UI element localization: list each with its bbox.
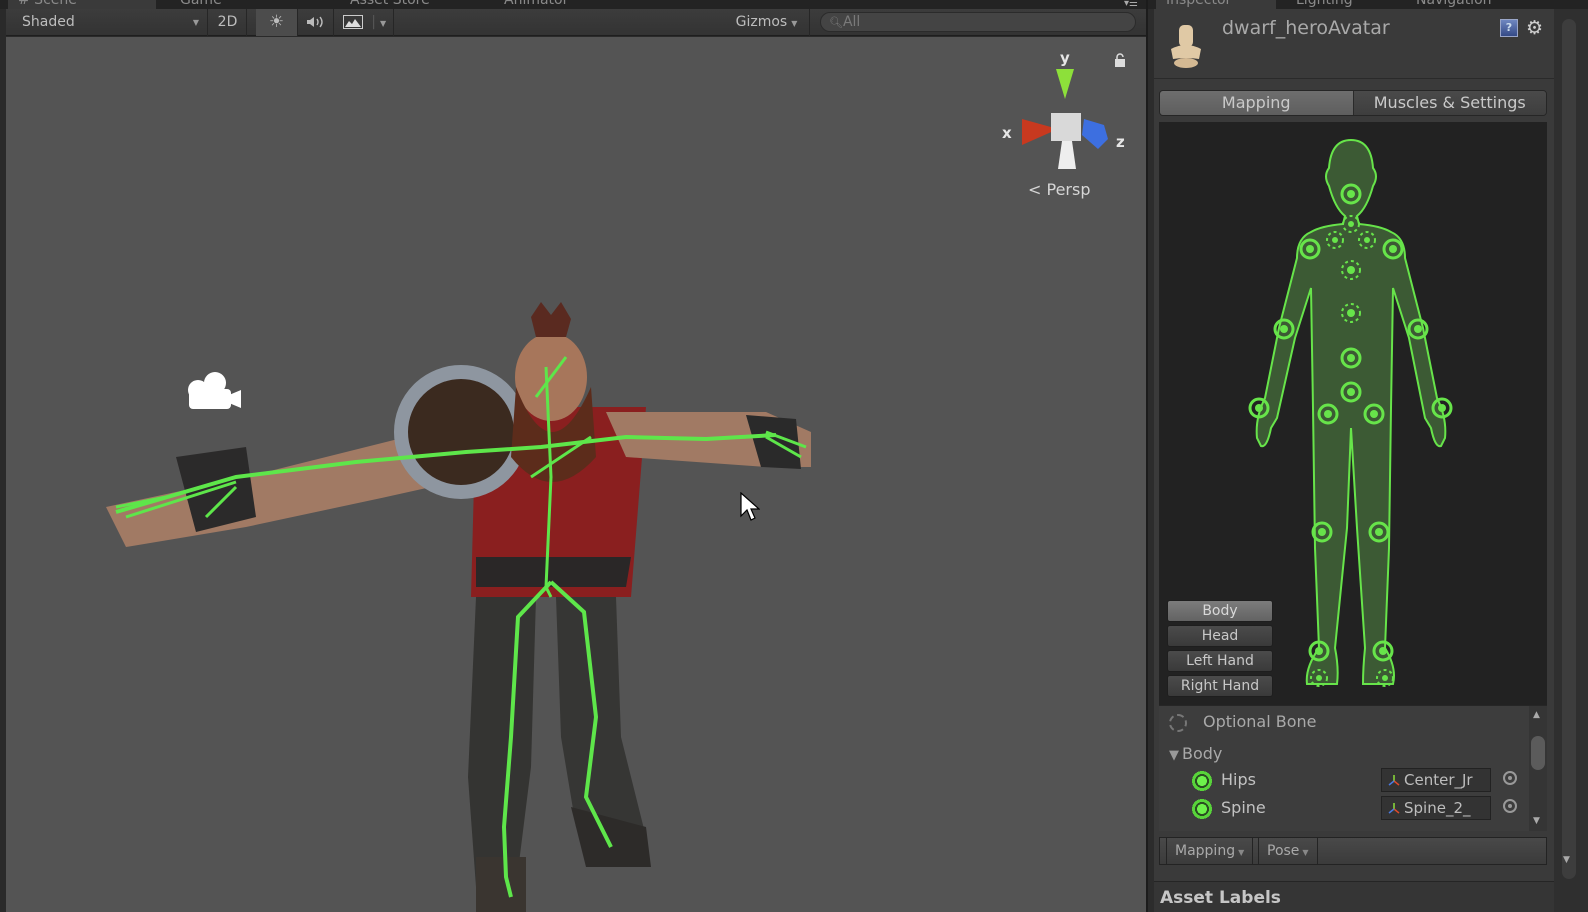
chevron-down-icon: ▼	[380, 19, 387, 28]
mapping-dropdown[interactable]: Mapping ▼	[1166, 838, 1254, 864]
chevron-down-icon: ▼	[1238, 848, 1245, 857]
body-part-selector: Body Head Left Hand Right Hand	[1167, 600, 1273, 700]
gear-icon[interactable]: ⚙	[1526, 17, 1543, 39]
scene-toolbar: Shaded ▼ 2D ☀ | ▼ Gizmos ▼ 🔍︎All	[6, 9, 1146, 36]
lighting-toggle[interactable]: ☀	[256, 9, 298, 36]
bone-status-icon	[1191, 770, 1213, 792]
tab-asset-store[interactable]: Asset Store	[340, 0, 440, 9]
tab-scene[interactable]: # Scene	[8, 0, 156, 9]
tab-game[interactable]: Game	[170, 0, 232, 9]
tab-muscles-settings[interactable]: Muscles & Settings	[1353, 91, 1546, 115]
scroll-up-icon[interactable]: ▲	[1533, 710, 1540, 720]
pose-dropdown[interactable]: Pose ▼	[1258, 838, 1318, 864]
body-group-foldout[interactable]: ▼ Body	[1169, 744, 1222, 763]
right-hand-button[interactable]: Right Hand	[1167, 675, 1273, 697]
scene-viewport[interactable]: y x z < Persp	[6, 37, 1146, 912]
scene-panel: # Scene Game Asset Store Animator ▾☰ Sha…	[0, 0, 1146, 912]
head-button[interactable]: Head	[1167, 625, 1273, 647]
inspector-scrollbar[interactable]: ▼	[1554, 9, 1588, 912]
left-hand-button[interactable]: Left Hand	[1167, 650, 1273, 672]
sun-icon: ☀	[268, 12, 285, 32]
avatar-config-tabs: Mapping Muscles & Settings	[1159, 90, 1547, 116]
bone-row-spine: Spine Spine_2_	[1191, 796, 1531, 820]
asset-title: dwarf_heroAvatar	[1222, 17, 1390, 39]
chevron-down-icon: ▼	[192, 18, 199, 27]
transform-icon	[1388, 775, 1400, 786]
draw-mode-dropdown[interactable]: Shaded ▼	[12, 9, 208, 36]
tab-animator[interactable]: Animator	[494, 0, 578, 9]
avatar-body-view: Body Head Left Hand Right Hand	[1159, 122, 1547, 705]
tab-navigation[interactable]: Navigation	[1406, 0, 1502, 9]
avatar-mannequin-icon	[1171, 25, 1201, 68]
optional-bone-label: Optional Bone	[1203, 712, 1317, 731]
inspector-panel: Inspector Lighting Navigation dwarf_hero…	[1146, 0, 1588, 912]
tab-mapping[interactable]: Mapping	[1160, 91, 1354, 115]
speaker-icon	[306, 16, 323, 28]
effects-dropdown[interactable]: | ▼	[336, 9, 394, 36]
bone-transform-field[interactable]: Center_Jr	[1381, 768, 1491, 792]
inspector-content: dwarf_heroAvatar ? ⚙ Mapping Muscles & S…	[1154, 9, 1554, 912]
search-placeholder: All	[842, 14, 861, 30]
scrollbar-thumb[interactable]	[1531, 736, 1545, 770]
bone-status-icon	[1191, 798, 1213, 820]
chevron-down-icon: ▼	[1302, 848, 1309, 857]
scene-search-input[interactable]: 🔍︎All	[820, 12, 1136, 32]
tab-lighting[interactable]: Lighting	[1286, 0, 1363, 9]
panel-menu-icon[interactable]: ▾☰	[1124, 0, 1138, 9]
optional-bone-legend: Optional Bone	[1169, 712, 1316, 732]
object-picker-icon[interactable]	[1503, 799, 1517, 813]
inspector-header: dwarf_heroAvatar ? ⚙	[1154, 9, 1554, 79]
character-shoulder-pad	[394, 365, 528, 499]
scroll-down-icon[interactable]: ▼	[1533, 816, 1540, 826]
asset-labels-section[interactable]: Asset Labels	[1154, 881, 1554, 912]
character-left-boot	[476, 857, 526, 912]
bone-mapping-list: Optional Bone ▼ Body Hips Center_Jr Spin…	[1159, 705, 1547, 831]
object-picker-icon[interactable]	[1503, 771, 1517, 785]
chevron-down-icon: ▼	[791, 19, 798, 28]
mouse-cursor-icon	[740, 492, 760, 521]
inspector-tab-bar: Inspector Lighting Navigation	[1148, 0, 1588, 9]
2d-toggle[interactable]: 2D	[209, 9, 247, 36]
scrollbar-track[interactable]	[1562, 19, 1576, 879]
body-button[interactable]: Body	[1167, 600, 1273, 622]
unity-editor: # Scene Game Asset Store Animator ▾☰ Sha…	[0, 0, 1588, 912]
draw-mode-label: Shaded	[22, 14, 75, 30]
group-label: Body	[1182, 744, 1223, 763]
tab-inspector[interactable]: Inspector	[1156, 0, 1276, 9]
help-icon[interactable]: ?	[1500, 19, 1518, 37]
bone-list-scrollbar[interactable]: ▲ ▼	[1529, 706, 1547, 831]
gizmos-dropdown[interactable]: Gizmos ▼	[724, 9, 810, 36]
triangle-down-icon: ▼	[1169, 748, 1179, 763]
humanoid-body-diagram[interactable]	[1239, 128, 1469, 698]
bone-name: Spine	[1221, 798, 1266, 817]
scroll-down-icon[interactable]: ▼	[1563, 855, 1570, 865]
search-icon: 🔍︎	[829, 16, 843, 29]
pose-dropdown-label: Pose	[1267, 843, 1300, 859]
character-left-leg	[468, 597, 536, 887]
character-model[interactable]	[6, 37, 1146, 912]
bone-transform-value: Center_Jr	[1404, 771, 1473, 789]
asset-labels-heading: Asset Labels	[1160, 888, 1281, 908]
audio-toggle[interactable]	[298, 9, 334, 36]
image-icon	[342, 15, 363, 29]
bone-transform-value: Spine_2_	[1404, 799, 1471, 817]
bone-name: Hips	[1221, 770, 1256, 789]
bone-row-hips: Hips Center_Jr	[1191, 768, 1531, 792]
optional-bone-icon	[1169, 713, 1187, 732]
bone-transform-field[interactable]: Spine_2_	[1381, 796, 1491, 820]
character-hair	[531, 302, 571, 337]
scene-tab-bar: # Scene Game Asset Store Animator ▾☰	[0, 0, 1146, 9]
gizmos-label: Gizmos	[735, 14, 788, 30]
mapping-dropdown-label: Mapping	[1175, 843, 1236, 859]
mapping-toolbar: Mapping ▼ Pose ▼	[1159, 837, 1547, 865]
transform-icon	[1388, 803, 1400, 814]
